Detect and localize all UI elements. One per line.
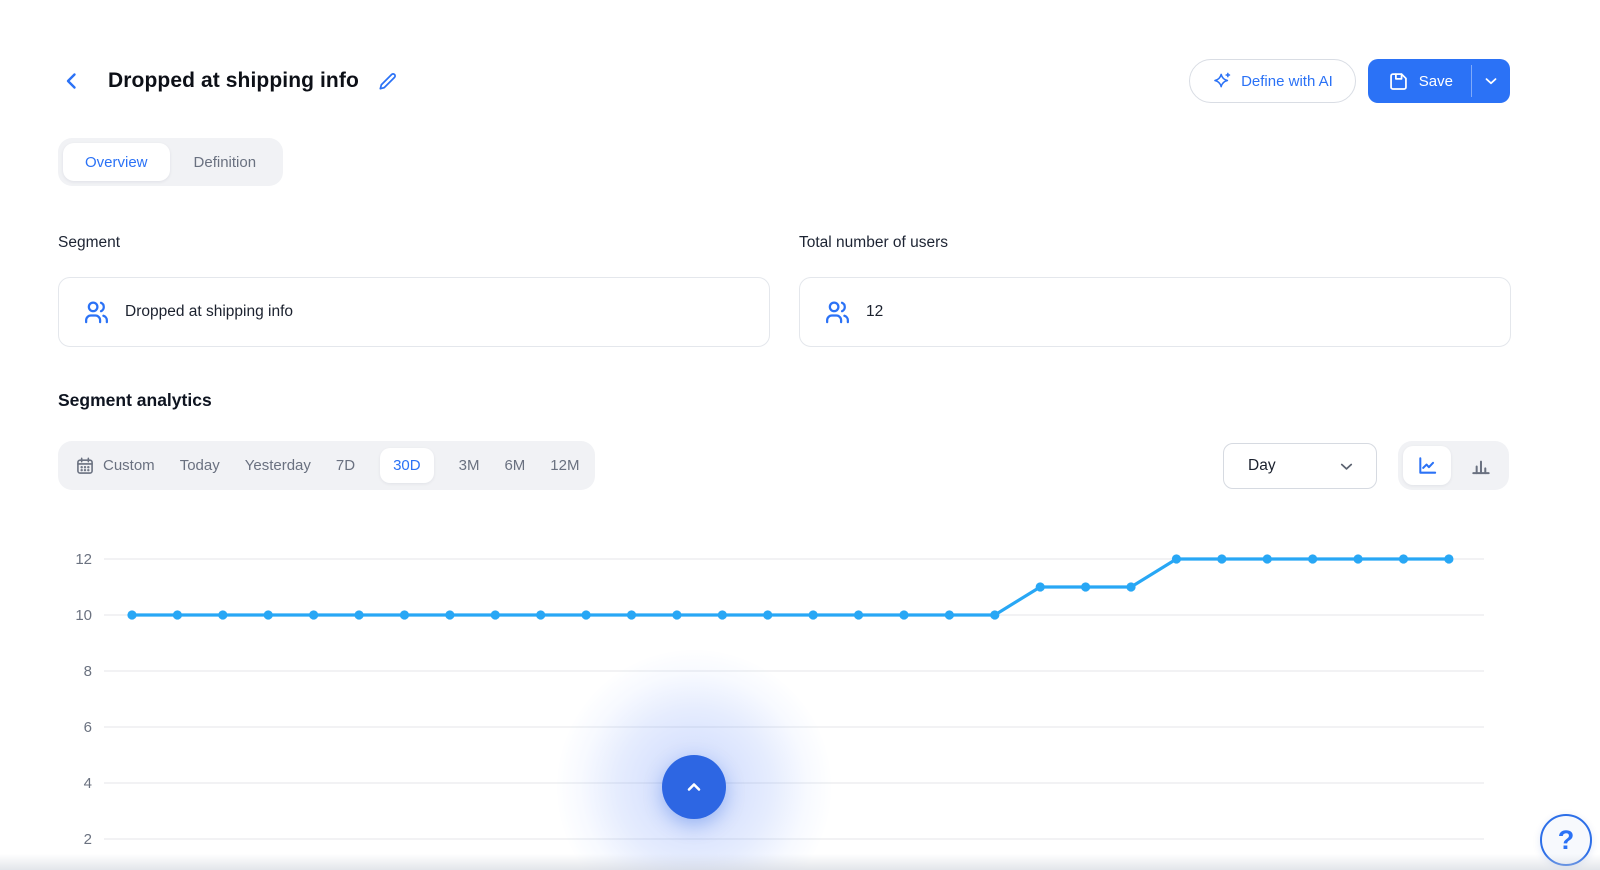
bar-chart-toggle-button[interactable] <box>1456 446 1504 485</box>
users-icon <box>83 299 110 326</box>
bar-chart-icon <box>1469 454 1492 477</box>
chevron-down-icon <box>1337 457 1356 476</box>
tab-definition[interactable]: Definition <box>172 143 279 181</box>
pencil-icon <box>376 70 399 93</box>
filter-custom-label: Custom <box>103 457 155 474</box>
line-chart-toggle-button[interactable] <box>1403 446 1451 485</box>
segment-card[interactable]: Dropped at shipping info <box>58 277 770 347</box>
filter-7d[interactable]: 7D <box>336 448 355 483</box>
filter-30d[interactable]: 30D <box>380 448 434 483</box>
save-button[interactable]: Save <box>1368 59 1471 103</box>
svg-text:4: 4 <box>84 775 92 792</box>
granularity-dropdown[interactable]: Day <box>1223 443 1377 489</box>
back-button[interactable] <box>58 67 86 95</box>
total-users-field-label: Total number of users <box>799 234 949 251</box>
view-tabs: Overview Definition <box>58 138 284 186</box>
line-chart-canvas: 12 10 8 6 4 2 <box>75 551 1484 848</box>
chart-type-toggle <box>1398 441 1509 490</box>
filter-custom[interactable]: Custom <box>75 447 155 485</box>
filter-yesterday[interactable]: Yesterday <box>245 448 311 483</box>
chevron-up-icon <box>682 775 706 799</box>
question-mark-icon: ? <box>1557 824 1575 855</box>
svg-text:2: 2 <box>84 831 92 848</box>
edit-title-button[interactable] <box>375 68 401 94</box>
save-label: Save <box>1418 72 1453 90</box>
define-with-ai-label: Define with AI <box>1241 72 1333 90</box>
save-split-button[interactable]: Save <box>1367 59 1510 103</box>
chevron-left-icon <box>60 69 84 93</box>
segment-overview-page: Dropped at shipping info Define with AI <box>0 0 1600 870</box>
define-with-ai-button[interactable]: Define with AI <box>1189 59 1356 103</box>
total-users-value: 12 <box>866 303 884 320</box>
scroll-top-button[interactable] <box>662 755 726 819</box>
save-dropdown-button[interactable] <box>1472 59 1510 103</box>
filter-12m[interactable]: 12M <box>550 448 579 483</box>
svg-text:10: 10 <box>75 607 92 624</box>
segment-field-label: Segment <box>58 234 121 251</box>
tab-overview[interactable]: Overview <box>63 143 170 181</box>
sparkle-icon <box>1212 71 1232 91</box>
svg-text:8: 8 <box>84 663 92 680</box>
page-title: Dropped at shipping info <box>108 69 359 92</box>
users-icon <box>824 299 851 326</box>
granularity-value: Day <box>1248 457 1276 474</box>
help-button[interactable]: ? <box>1540 814 1592 866</box>
page-header: Dropped at shipping info Define with AI <box>58 59 1510 103</box>
calendar-icon <box>75 456 95 476</box>
segment-name: Dropped at shipping info <box>125 303 294 320</box>
line-chart-icon <box>1416 454 1439 477</box>
segment-analytics-heading: Segment analytics <box>58 390 212 410</box>
chevron-down-icon <box>1482 72 1500 90</box>
svg-text:6: 6 <box>84 719 92 736</box>
filter-3m[interactable]: 3M <box>459 448 480 483</box>
time-range-filter-bar: Custom Today Yesterday 7D 30D 3M 6M 12M <box>58 441 596 490</box>
total-users-card: 12 <box>799 277 1511 347</box>
filter-today[interactable]: Today <box>180 448 220 483</box>
save-icon <box>1388 71 1409 92</box>
filter-6m[interactable]: 6M <box>504 448 525 483</box>
segment-analytics-line-chart[interactable]: 12 10 8 6 4 2 <box>0 530 1600 870</box>
svg-text:12: 12 <box>75 551 92 568</box>
